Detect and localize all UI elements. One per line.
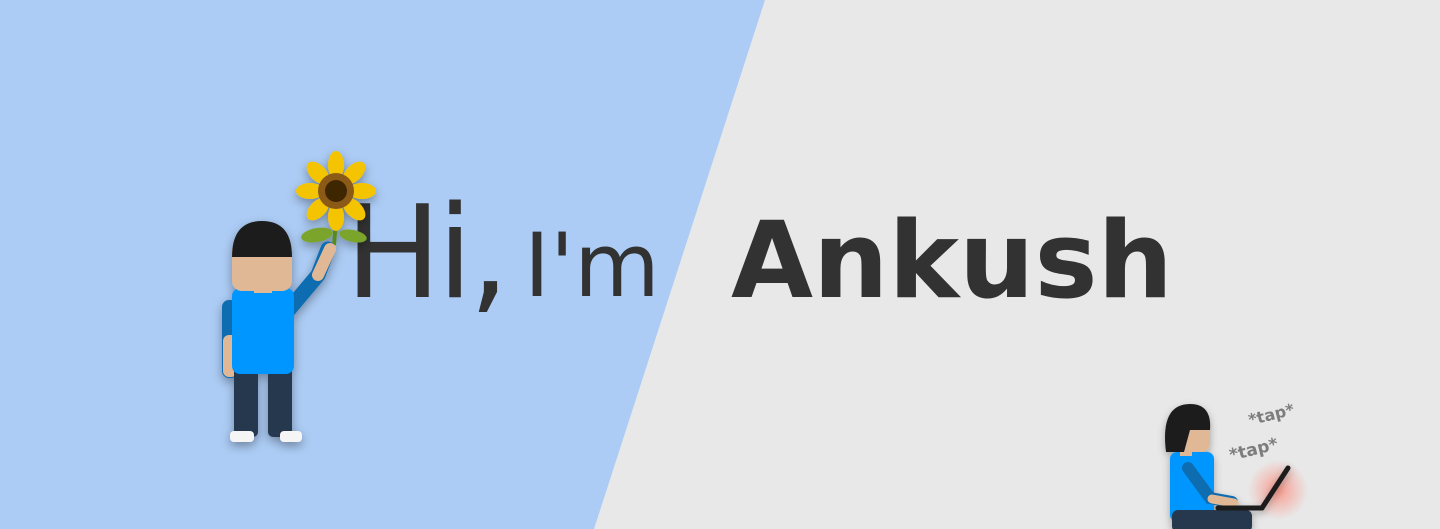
headline-im: I'm (524, 214, 660, 317)
person-with-sunflower-icon (222, 151, 376, 442)
headline-name: Ankush (731, 199, 1174, 322)
